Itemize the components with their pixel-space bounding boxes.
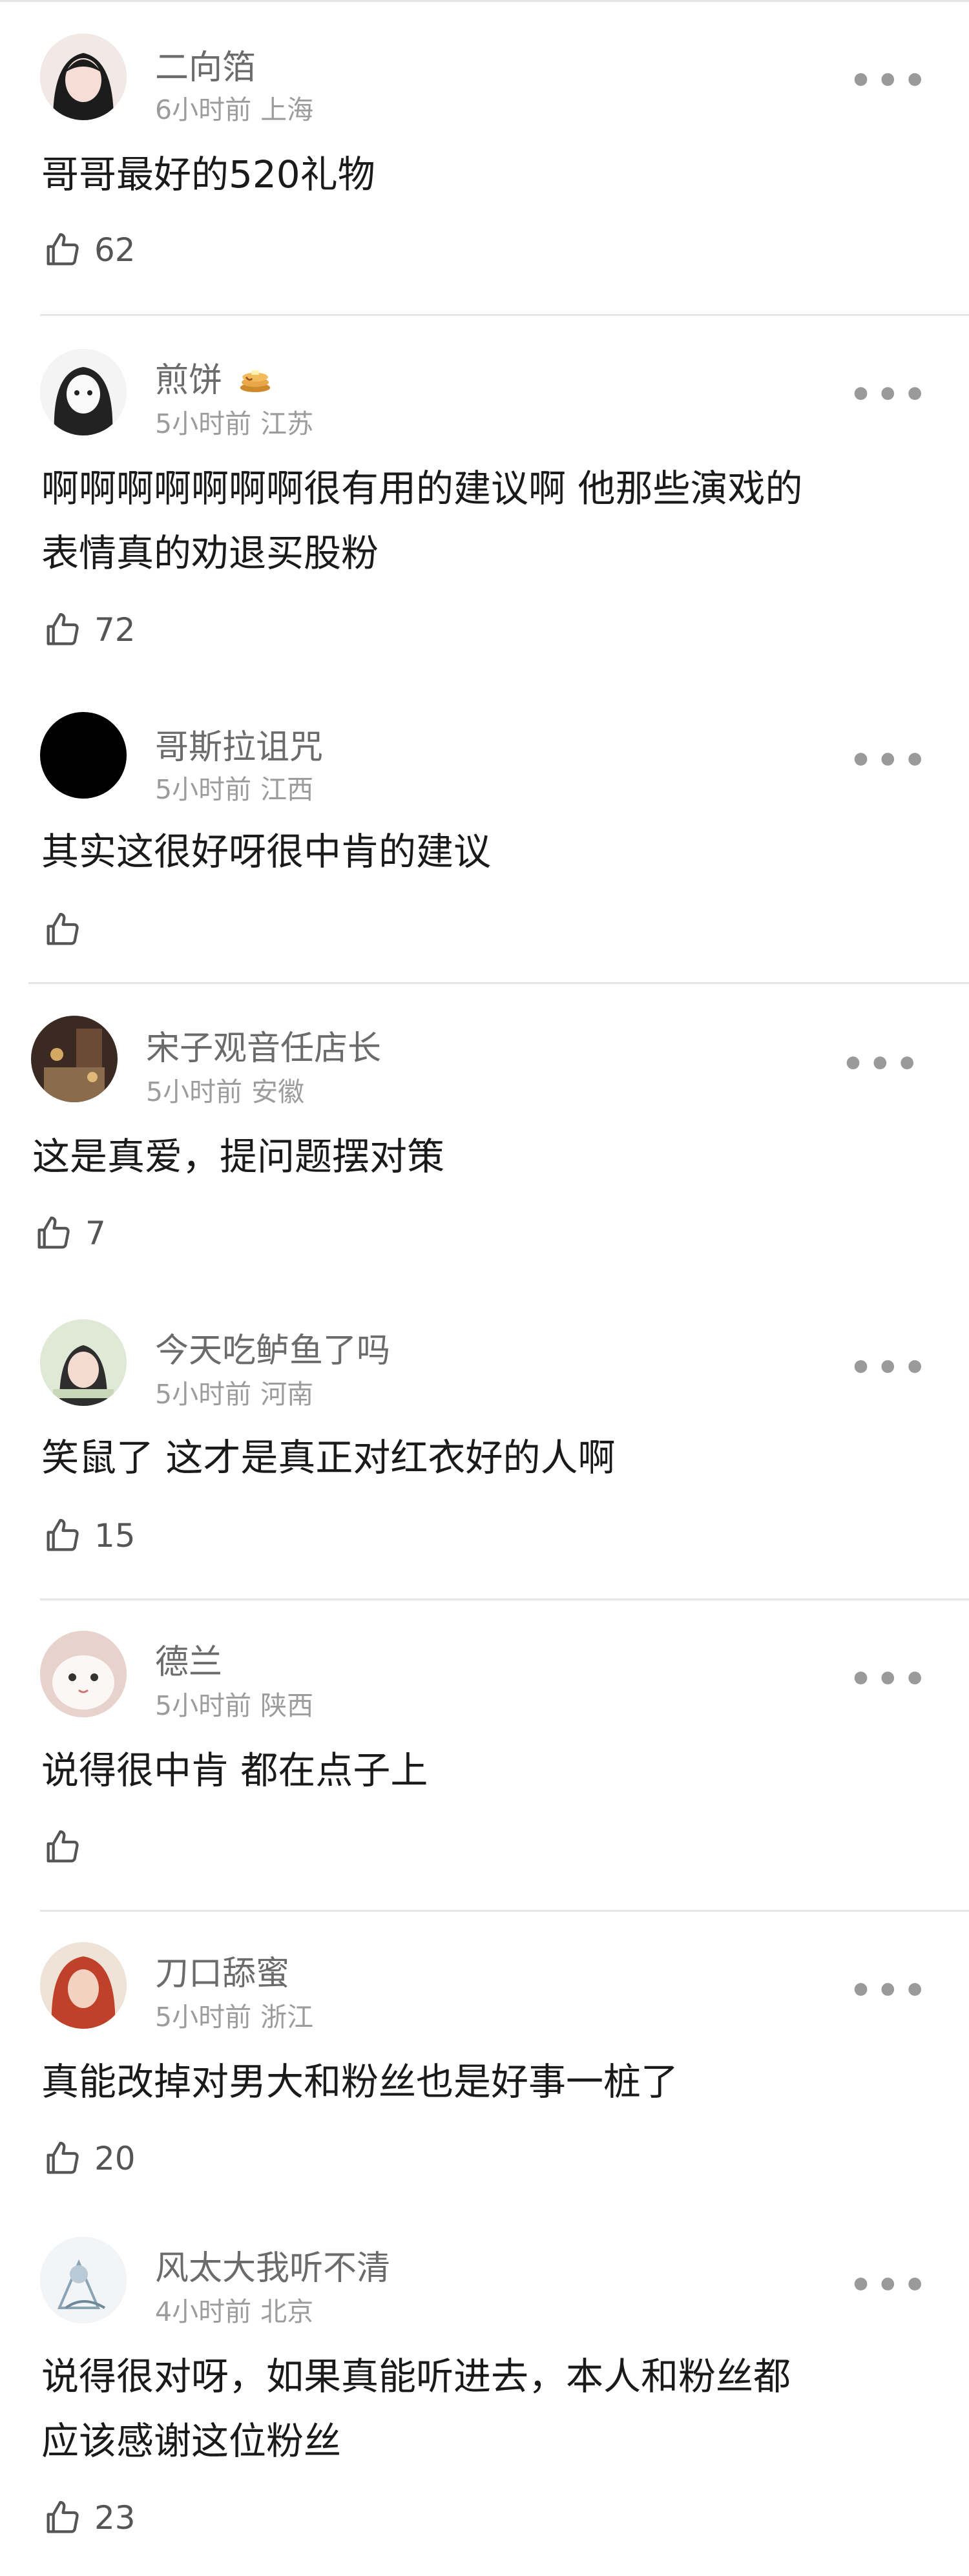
- thumbs-up-icon: [47, 233, 79, 266]
- location: 安徽: [251, 1076, 305, 1107]
- avatar[interactable]: [40, 349, 127, 435]
- avatar[interactable]: [40, 34, 127, 120]
- username[interactable]: 哥斯拉诅咒: [155, 720, 323, 768]
- like-count: 23: [94, 2499, 136, 2537]
- more-options-icon[interactable]: •••: [849, 743, 930, 779]
- like-count: 72: [94, 611, 136, 649]
- username[interactable]: 宋子观音任店长: [146, 1021, 381, 1069]
- comment-meta: 5小时前 安徽: [146, 1070, 304, 1109]
- thumbs-up-icon: [37, 1216, 70, 1249]
- username[interactable]: 煎饼: [155, 353, 273, 405]
- timestamp: 5小时前: [155, 1690, 252, 1721]
- like-count: 15: [94, 1517, 136, 1555]
- more-options-icon[interactable]: •••: [849, 1662, 930, 1698]
- timestamp: 6小时前: [155, 94, 252, 125]
- comment-text: 笑鼠了 这才是真正对红衣好的人啊: [41, 1436, 616, 1480]
- avatar[interactable]: [31, 1016, 118, 1102]
- comment-text: 说得很对呀，如果真能听进去，本人和粉丝都 应该感谢这位粉丝: [41, 2354, 791, 2463]
- comment-divider: [28, 982, 969, 984]
- more-options-icon[interactable]: •••: [849, 63, 930, 99]
- comment-divider: [40, 1598, 969, 1600]
- like-count: 7: [85, 1215, 106, 1252]
- username[interactable]: 今天吃鲈鱼了吗: [155, 1323, 390, 1372]
- username[interactable]: 刀口舔蜜: [155, 1946, 289, 1995]
- avatar[interactable]: [40, 1942, 127, 2029]
- like-button[interactable]: 72: [41, 607, 136, 653]
- thumbs-up-icon: [47, 1830, 79, 1863]
- like-count: 20: [94, 2140, 136, 2177]
- avatar[interactable]: [40, 2237, 127, 2323]
- like-button[interactable]: 23: [41, 2495, 136, 2540]
- like-button[interactable]: 20: [41, 2136, 136, 2181]
- like-button[interactable]: 62: [41, 227, 136, 273]
- location: 陕西: [260, 1690, 314, 1721]
- location: 浙江: [260, 2002, 314, 2033]
- thumbs-up-icon: [47, 2500, 79, 2533]
- username[interactable]: 二向箔: [155, 40, 256, 89]
- comment-meta: 5小时前 河南: [155, 1372, 313, 1411]
- like-button[interactable]: 15: [41, 1513, 136, 1558]
- timestamp: 5小时前: [155, 408, 252, 439]
- location: 江西: [260, 774, 314, 805]
- timestamp: 5小时前: [155, 2002, 252, 2033]
- avatar[interactable]: [40, 712, 127, 799]
- avatar[interactable]: [40, 1631, 127, 1717]
- avatar[interactable]: [40, 1319, 127, 1406]
- comment-text: 哥哥最好的520礼物: [41, 152, 375, 196]
- comment-meta: 5小时前 陕西: [155, 1684, 313, 1723]
- location: 江苏: [260, 408, 314, 439]
- top-divider: [0, 0, 969, 2]
- more-options-icon[interactable]: •••: [849, 1350, 930, 1387]
- comment-meta: 4小时前 北京: [155, 2290, 313, 2329]
- comment-meta: 5小时前 浙江: [155, 1995, 313, 2034]
- location: 上海: [260, 94, 314, 125]
- thumbs-up-icon: [47, 613, 79, 645]
- comment-text: 真能改掉对男大和粉丝也是好事一桩了: [41, 2060, 679, 2104]
- comment-text: 说得很中肯 都在点子上: [41, 1748, 428, 1792]
- like-button[interactable]: [41, 1825, 94, 1870]
- timestamp: 5小时前: [155, 774, 252, 805]
- comment-text: 其实这很好呀很中肯的建议: [41, 830, 492, 874]
- comment-divider: [40, 1910, 969, 1912]
- comment-divider: [40, 314, 969, 316]
- like-count: 62: [94, 231, 136, 269]
- username[interactable]: 德兰: [155, 1635, 222, 1683]
- location: 河南: [260, 1379, 314, 1410]
- comment-meta: 5小时前 江西: [155, 768, 313, 806]
- comment-meta: 6小时前 上海: [155, 88, 313, 127]
- pancake-emoji-icon: [237, 361, 273, 405]
- more-options-icon[interactable]: •••: [849, 2268, 930, 2304]
- more-options-icon[interactable]: •••: [849, 1973, 930, 2009]
- timestamp: 4小时前: [155, 2296, 252, 2327]
- more-options-icon[interactable]: •••: [842, 1047, 922, 1083]
- timestamp: 5小时前: [146, 1076, 243, 1107]
- like-button[interactable]: [41, 907, 94, 952]
- like-button[interactable]: 7: [32, 1211, 106, 1256]
- timestamp: 5小时前: [155, 1379, 252, 1410]
- comment-text: 啊啊啊啊啊啊啊很有用的建议啊 他那些演戏的 表情真的劝退买股粉: [41, 466, 803, 575]
- thumbs-up-icon: [47, 912, 79, 945]
- location: 北京: [260, 2296, 314, 2327]
- thumbs-up-icon: [47, 2141, 79, 2174]
- thumbs-up-icon: [47, 1518, 79, 1551]
- comment-text: 这是真爱，提问题摆对策: [32, 1135, 445, 1178]
- username[interactable]: 风太大我听不清: [155, 2241, 390, 2289]
- comment-meta: 5小时前 江苏: [155, 402, 313, 441]
- more-options-icon[interactable]: •••: [849, 377, 930, 414]
